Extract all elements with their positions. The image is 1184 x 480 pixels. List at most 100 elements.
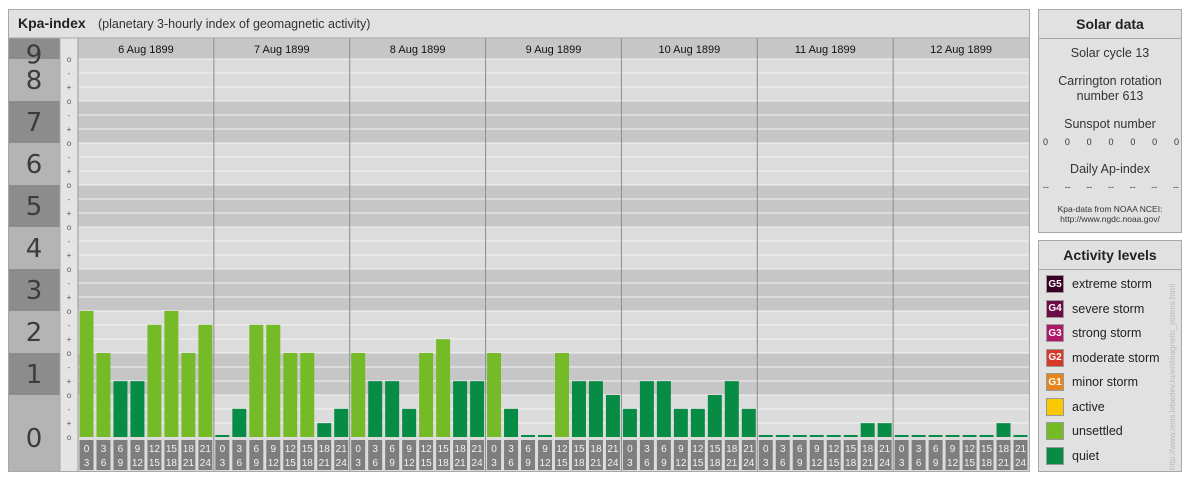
y-tick-label-0: 0 [26,424,43,454]
legend-swatch [1046,422,1064,440]
y-tick-label-2: 2 [26,318,43,348]
legend-label: extreme storm [1072,277,1152,291]
kp-bar [571,381,586,437]
hour-label-start: 3 [916,444,922,455]
legend-item: unsettled [1046,421,1123,441]
sub-tick-label: o [67,223,72,232]
hour-label-start: 15 [166,444,178,455]
kp-bar [249,324,264,437]
legend-label: quiet [1072,448,1100,463]
hour-label-end: 24 [200,458,212,469]
hour-label-end: 12 [947,458,959,469]
hour-label-end: 12 [132,458,144,469]
hour-label-start: 21 [607,444,619,455]
y-tick-label-4: 4 [26,234,43,264]
hour-label-start: 18 [726,444,738,455]
sub-tick-label: o [67,139,72,148]
hour-label-start: 15 [709,444,721,455]
legend-label: moderate storm [1072,350,1160,365]
legend-item: G2 moderate storm [1046,348,1160,368]
hour-label-end: 18 [845,458,857,469]
sub-tick-label: + [67,251,72,260]
hour-label-start: 12 [285,444,297,455]
hour-label-start: 18 [998,444,1010,455]
source-note-link[interactable]: http://www.ngdc.noaa.gov/ [1039,214,1181,224]
legend-label: severe storm [1072,301,1145,316]
hour-label-end: 15 [556,458,568,469]
chart-title: Kpa-index [18,15,86,31]
hour-label-end: 21 [862,458,874,469]
grid-band [78,185,1029,227]
day-label: 7 Aug 1899 [254,44,310,56]
hour-label-end: 18 [302,458,314,469]
y-tick-label-5: 5 [26,192,43,222]
sub-tick-label: - [68,195,71,204]
hour-label-start: 15 [302,444,314,455]
hour-label-end: 6 [101,458,107,469]
kp-bar [96,353,111,437]
sub-tick-label: - [68,279,71,288]
hour-label-start: 6 [118,444,124,455]
hour-label-end: 6 [780,458,786,469]
hour-label-end: 18 [166,458,178,469]
ap-index-values: -- -- -- -- -- -- -- [1043,182,1179,192]
hour-label-start: 18 [319,444,331,455]
hour-label-end: 12 [539,458,551,469]
hour-label-end: 3 [84,458,90,469]
sub-tick-label: o [67,181,72,190]
hour-label-end: 24 [472,458,484,469]
hour-label-start: 18 [590,444,602,455]
kp-bar [656,381,671,437]
source-note-line1: Kpa-data from NOAA NCEI: [1057,204,1163,214]
hour-label-start: 3 [372,444,378,455]
kp-bar [622,408,637,437]
ap-index-value: -- [1129,182,1136,192]
legend-item: G1 minor storm [1046,372,1138,392]
ap-index-value: -- [1151,182,1158,192]
hour-label-end: 9 [525,458,531,469]
hour-label-start: 0 [355,444,361,455]
y-tick-label-9: 9 [26,41,43,71]
hour-label-end: 12 [675,458,687,469]
hour-label-end: 15 [149,458,161,469]
hour-label-end: 21 [319,458,331,469]
hour-label-start: 6 [933,444,939,455]
sub-tick-label: o [67,55,72,64]
grid-band [78,311,1029,353]
hour-label-end: 6 [644,458,650,469]
kp-bar [402,408,417,437]
kp-bar [215,435,230,437]
kp-bar [775,435,790,437]
kp-bar [758,435,773,437]
grid-band [78,59,1029,101]
hour-label-end: 9 [254,458,260,469]
hour-label-start: 9 [678,444,684,455]
hour-label-start: 12 [964,444,976,455]
sub-tick-label: - [68,111,71,120]
kp-bar [877,423,892,437]
kp-bar [741,408,756,437]
hour-label-end: 9 [389,458,395,469]
hour-label-end: 21 [183,458,195,469]
hour-label-start: 6 [389,444,395,455]
sub-tick-label: + [67,167,72,176]
legend-swatch: G1 [1046,373,1064,391]
hour-label-end: 15 [692,458,704,469]
grid-band [78,353,1029,395]
kp-bar [470,381,485,437]
sunspot-value: 0 [1043,137,1049,147]
kp-bar [538,435,552,437]
kp-bar [317,423,332,437]
legend-item: G3 strong storm [1046,323,1141,343]
kp-bar [385,381,400,437]
ap-index-value: -- [1064,182,1071,192]
sub-tick-label: + [67,419,72,428]
kp-bar [945,435,960,437]
hour-label-start: 3 [101,444,107,455]
hour-label-end: 21 [726,458,738,469]
hour-label-end: 18 [981,458,993,469]
kp-bar [690,408,705,437]
hour-label-end: 12 [811,458,823,469]
day-label: 11 Aug 1899 [795,44,856,56]
sunspot-heading: Sunspot number [1064,117,1156,131]
